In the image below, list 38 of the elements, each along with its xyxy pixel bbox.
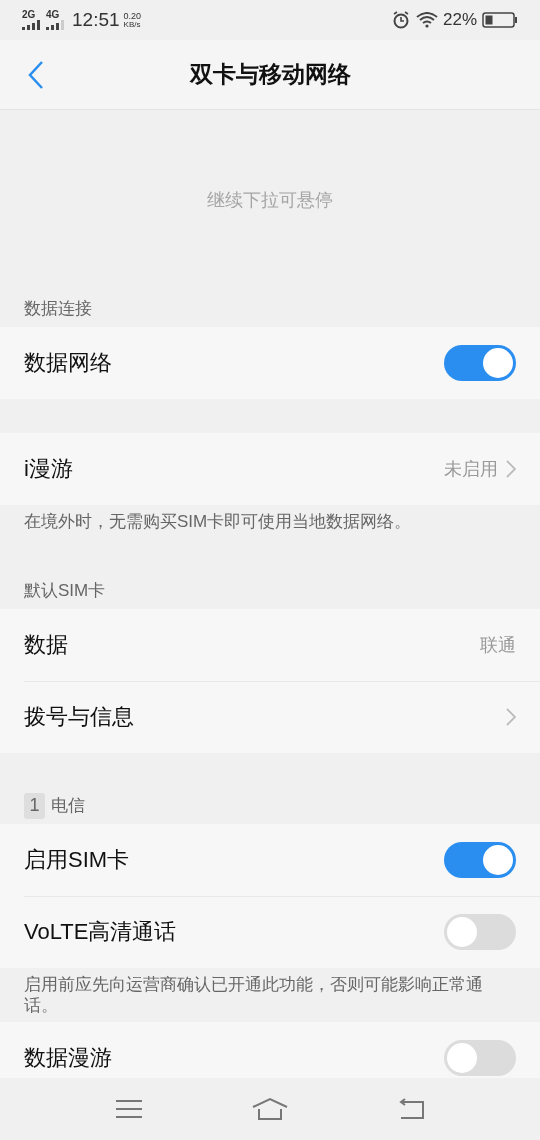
speed-unit: KB/s (123, 20, 142, 29)
settings-row[interactable]: VoLTE高清通话 (0, 896, 540, 968)
note-text: 启用前应先向运营商确认已开通此功能，否则可能影响正常通话。 (23, 974, 484, 1017)
toggle-switch[interactable] (444, 1040, 516, 1076)
pull-hint: 继续下拉可悬停 (207, 188, 333, 212)
note-text: 在境外时，无需购买SIM卡即可使用当地数据网络。 (23, 511, 413, 533)
chevron-icon (506, 708, 516, 726)
network-type: 2G (22, 10, 36, 20)
menu-icon[interactable] (114, 1099, 143, 1119)
network-speed: 0.20 (123, 11, 142, 21)
toggle-switch[interactable] (444, 914, 516, 950)
toggle-switch[interactable] (444, 842, 516, 878)
signal-icon (22, 20, 42, 30)
settings-row[interactable]: 数据 联通 (0, 609, 540, 681)
settings-row[interactable]: 拨号与信息 (0, 681, 540, 753)
section-header: 电信 (51, 794, 85, 817)
settings-row[interactable]: 数据网络 (0, 327, 540, 399)
settings-row[interactable]: 数据漫游 (0, 1022, 540, 1078)
section-header: 数据连接 (24, 297, 92, 320)
battery-percent: 22% (442, 9, 477, 32)
setting-value: 未启用 (444, 457, 498, 481)
home-icon[interactable] (252, 1097, 288, 1121)
clock-time: 12:51 (72, 7, 120, 32)
wifi-icon (415, 12, 438, 28)
settings-row[interactable]: 启用SIM卡 (0, 824, 540, 896)
toggle-switch[interactable] (444, 345, 516, 381)
page-title: 双卡与移动网络 (188, 60, 352, 90)
setting-value: 联通 (480, 633, 516, 657)
network-type: 4G (46, 10, 60, 20)
back-icon[interactable] (27, 59, 45, 90)
signal-icon (46, 20, 66, 30)
alarm-icon (391, 11, 410, 29)
back-icon[interactable] (397, 1098, 426, 1120)
sim-badge: 1 (24, 792, 45, 819)
battery-icon (482, 12, 518, 28)
chevron-icon (506, 460, 516, 478)
section-header: 默认SIM卡 (24, 579, 106, 602)
settings-row[interactable]: i漫游 未启用 (0, 433, 540, 505)
